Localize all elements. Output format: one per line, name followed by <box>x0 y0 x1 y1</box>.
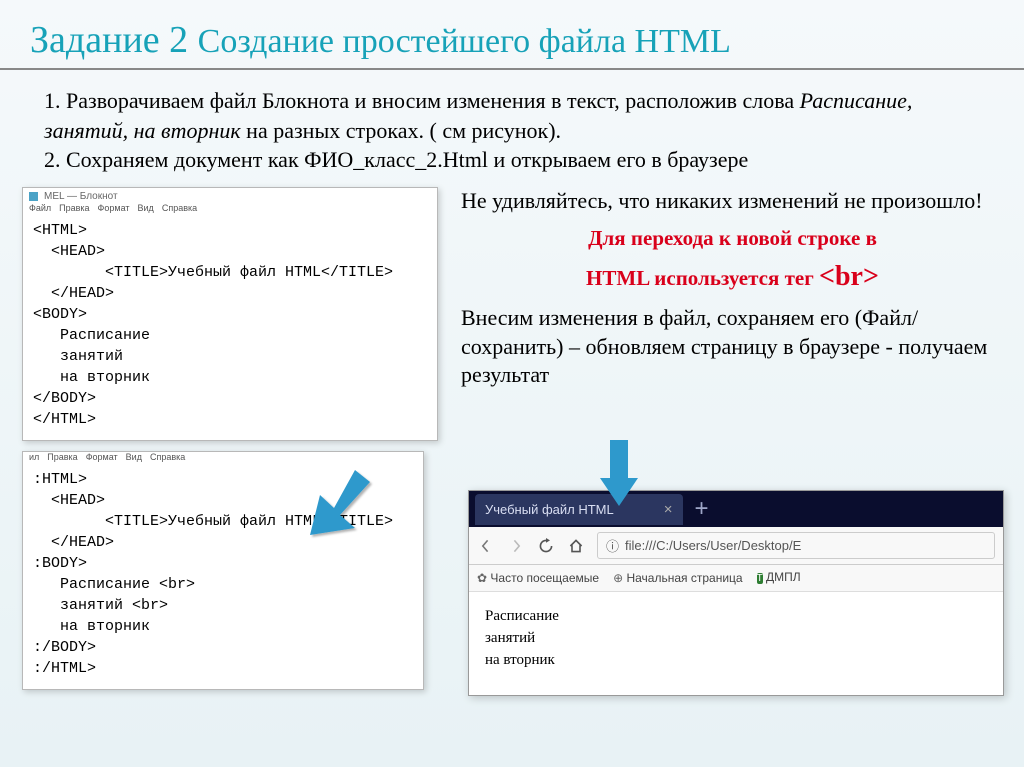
page-line: на вторник <box>485 650 987 672</box>
menu2-help: Справка <box>150 452 185 462</box>
tab-title: Учебный файл HTML <box>485 502 614 517</box>
instructions: 1. Разворачиваем файл Блокнота и вносим … <box>0 86 980 175</box>
red-br-tag: <br> <box>819 261 879 292</box>
notepad2-menu: ил Правка Формат Вид Справка <box>23 452 423 465</box>
page-line: Расписание <box>485 606 987 628</box>
new-tab-button[interactable]: + <box>683 497 721 521</box>
menu2-file: ил <box>29 452 39 462</box>
menu2-edit: Правка <box>47 452 77 462</box>
title-main: Задание 2 <box>30 19 198 61</box>
slide-title: Задание 2 Создание простейшего файла HTM… <box>0 0 1024 70</box>
notepad-1: MEL — Блокнот Файл Правка Формат Вид Спр… <box>22 187 438 441</box>
menu-help: Справка <box>162 203 197 213</box>
bookmarks-bar: ✿ Часто посещаемые ⊕ Начальная страница … <box>469 565 1003 592</box>
bookmark-item[interactable]: ✿ Часто посещаемые <box>477 571 599 585</box>
instr-2: 2. Сохраняем документ как ФИО_класс_2.Ht… <box>44 147 748 172</box>
menu2-view: Вид <box>126 452 142 462</box>
browser-content: Расписание занятий на вторник <box>469 592 1003 695</box>
bookmark-item[interactable]: Т ДМПЛ <box>757 570 801 586</box>
url-text: file:///C:/Users/User/Desktop/E <box>625 538 801 553</box>
menu2-format: Формат <box>86 452 118 462</box>
browser-tab[interactable]: Учебный файл HTML × <box>475 494 683 525</box>
red-line-2a: HTML используется тег <box>586 266 819 290</box>
instr-1a: 1. Разворачиваем файл Блокнота и вносим … <box>44 88 800 113</box>
back-icon[interactable] <box>477 537 495 555</box>
page-line: занятий <box>485 628 987 650</box>
reload-icon[interactable] <box>537 537 555 555</box>
menu-format: Формат <box>98 203 130 213</box>
right-paragraph-2: Внесим изменения в файл, сохраняем его (… <box>461 304 1004 390</box>
notepad-titlebar: MEL — Блокнот <box>23 188 437 203</box>
browser-window: Учебный файл HTML × + ⓘ file:///C:/Users… <box>468 490 1004 696</box>
instr-1c: на разных строках. ( см рисунок). <box>241 118 561 143</box>
close-icon[interactable]: × <box>664 501 673 518</box>
notepad-title: MEL — Блокнот <box>44 191 118 202</box>
red-hint: Для перехода к новой строке в HTML испол… <box>461 216 1004 304</box>
title-sub: Создание простейшего файла HTML <box>198 23 731 60</box>
menu-edit: Правка <box>59 203 89 213</box>
notepad-2: ил Правка Формат Вид Справка :HTML> <HEA… <box>22 451 424 690</box>
home-icon[interactable] <box>567 537 585 555</box>
bm-label: Начальная страница <box>626 571 742 585</box>
notepad-menu: Файл Правка Формат Вид Справка <box>23 203 437 216</box>
bm-label: ДМПЛ <box>766 570 801 584</box>
bookmark-item[interactable]: ⊕ Начальная страница <box>613 571 743 585</box>
notepad-text: <HTML> <HEAD> <TITLE>Учебный файл HTML</… <box>23 216 437 440</box>
browser-toolbar: ⓘ file:///C:/Users/User/Desktop/E <box>469 527 1003 565</box>
url-bar[interactable]: ⓘ file:///C:/Users/User/Desktop/E <box>597 532 995 559</box>
red-line-1: Для перехода к новой строке в <box>588 226 877 250</box>
info-icon: ⓘ <box>606 536 619 555</box>
menu-view: Вид <box>138 203 154 213</box>
menu-file: Файл <box>29 203 51 213</box>
right-paragraph-1: Не удивляйтесь, что никаких изменений не… <box>461 187 1004 216</box>
notepad2-text: :HTML> <HEAD> <TITLE>Учебный файл HTML</… <box>23 465 423 689</box>
browser-tabbar: Учебный файл HTML × + <box>469 491 1003 527</box>
bm-label: Часто посещаемые <box>490 571 599 585</box>
forward-icon[interactable] <box>507 537 525 555</box>
